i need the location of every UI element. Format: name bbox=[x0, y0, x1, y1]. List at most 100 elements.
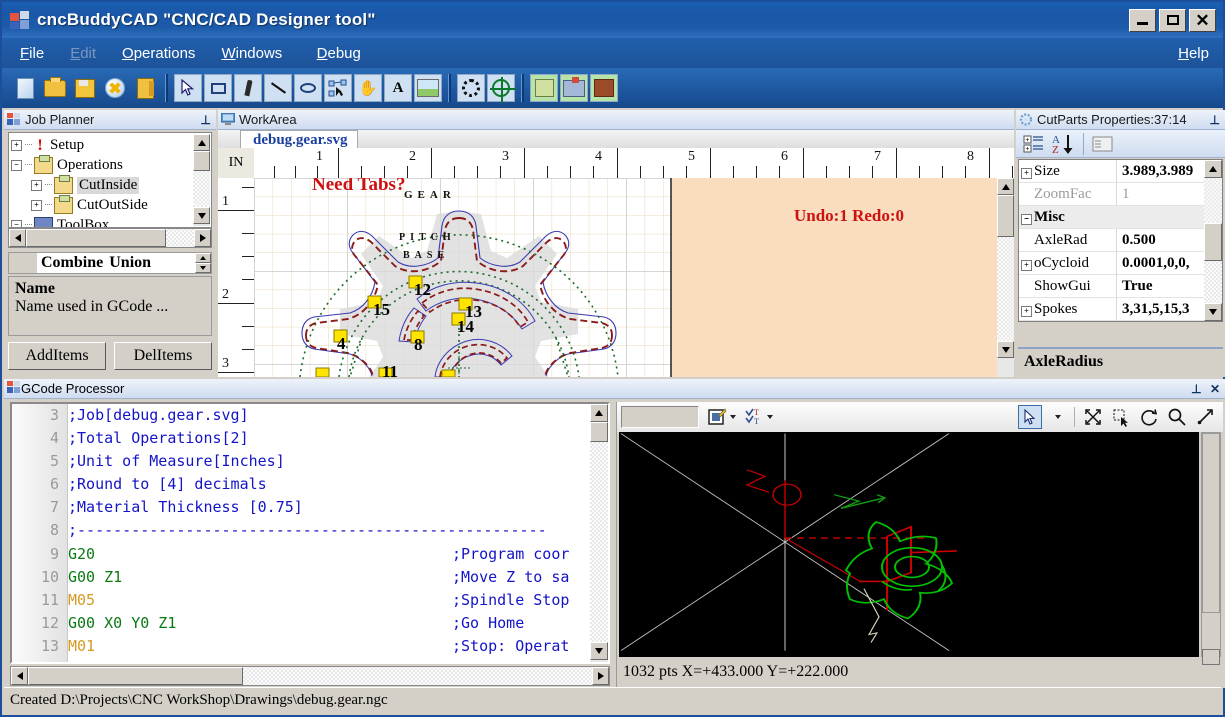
pin-icon[interactable]: ⊥ bbox=[1191, 382, 1201, 396]
nest-parts-icon[interactable] bbox=[530, 74, 558, 102]
preview-combo[interactable] bbox=[621, 406, 699, 428]
scroll-down-button[interactable] bbox=[193, 207, 210, 224]
scroll-left-button[interactable] bbox=[9, 229, 26, 247]
scroll-left-button[interactable] bbox=[11, 667, 28, 685]
work-area-vertical-scrollbar[interactable] bbox=[997, 178, 1014, 377]
exit-icon[interactable] bbox=[131, 74, 159, 102]
scroll-up-button[interactable] bbox=[193, 134, 210, 151]
scroll-track[interactable] bbox=[1204, 261, 1222, 303]
gear-generator-icon[interactable] bbox=[457, 74, 485, 102]
expander-icon[interactable]: + bbox=[11, 139, 22, 151]
job-tree-vertical-scrollbar[interactable] bbox=[193, 134, 210, 226]
scroll-down-button[interactable] bbox=[997, 341, 1014, 358]
combine-property-row[interactable]: Combine Union bbox=[8, 252, 212, 274]
scroll-thumb[interactable] bbox=[997, 195, 1014, 237]
job-tree-horizontal-scrollbar[interactable] bbox=[8, 228, 212, 248]
tree-item-cutoutside[interactable]: + CutOutSide bbox=[11, 194, 148, 215]
save-icon[interactable] bbox=[71, 74, 99, 102]
expander-icon[interactable]: − bbox=[11, 159, 22, 171]
preview-canvas[interactable] bbox=[619, 432, 1199, 657]
tree-item-setup[interactable]: + ! Setup bbox=[11, 135, 148, 155]
pin-icon[interactable]: ⊥ bbox=[201, 113, 213, 127]
target-center-icon[interactable] bbox=[487, 74, 516, 103]
scroll-track[interactable] bbox=[193, 171, 210, 207]
new-document-icon[interactable] bbox=[11, 74, 39, 102]
property-row[interactable]: + oCycloid 0.0001,0,0, bbox=[1019, 251, 1222, 275]
toolbox-icon[interactable] bbox=[590, 74, 618, 102]
scroll-track[interactable] bbox=[590, 442, 608, 642]
line-tool-icon[interactable] bbox=[264, 74, 292, 102]
gcode-vertical-scrollbar[interactable] bbox=[590, 404, 608, 662]
text-tool-icon[interactable]: A bbox=[384, 74, 412, 102]
scroll-up-button[interactable] bbox=[997, 178, 1014, 195]
property-row[interactable]: AxleRad 0.500 bbox=[1019, 228, 1222, 252]
scroll-right-button[interactable] bbox=[194, 229, 211, 247]
scroll-up-button[interactable] bbox=[590, 404, 608, 422]
open-folder-icon[interactable] bbox=[41, 74, 69, 102]
scroll-thumb[interactable] bbox=[590, 422, 608, 442]
pin-icon[interactable]: ⊥ bbox=[1210, 113, 1222, 127]
scroll-track-h[interactable] bbox=[166, 229, 194, 247]
spinner-down-button[interactable] bbox=[195, 263, 211, 273]
scroll-track[interactable] bbox=[997, 237, 1014, 341]
expander-icon[interactable]: + bbox=[1019, 255, 1034, 272]
scroll-thumb-h[interactable] bbox=[26, 229, 166, 247]
measure-icon[interactable] bbox=[1191, 405, 1219, 429]
alphabetic-sort-icon[interactable]: AZ bbox=[1049, 132, 1079, 156]
gcode-text[interactable]: ;Job[debug.gear.svg] ;Total Operations[2… bbox=[68, 404, 590, 662]
zoom-window-icon[interactable] bbox=[1107, 405, 1135, 429]
close-button[interactable]: ✕ bbox=[1189, 8, 1216, 32]
properties-vertical-scrollbar[interactable] bbox=[1204, 160, 1222, 321]
pan-hand-icon[interactable]: ✋ bbox=[354, 74, 382, 102]
tree-item-operations[interactable]: − Operations bbox=[11, 154, 148, 175]
expander-icon[interactable]: − bbox=[11, 219, 22, 227]
expander-icon[interactable]: − bbox=[1019, 209, 1034, 226]
edit-properties-icon[interactable] bbox=[705, 405, 738, 429]
property-pages-icon[interactable] bbox=[1088, 132, 1118, 156]
maximize-button[interactable] bbox=[1159, 8, 1186, 32]
scroll-right-button[interactable] bbox=[592, 667, 609, 685]
properties-grid[interactable]: + Size 3.989,3.989 ZoomFac 1 − Misc Axle… bbox=[1018, 159, 1223, 322]
expander-icon[interactable]: + bbox=[31, 199, 42, 211]
scroll-up-button[interactable] bbox=[1204, 160, 1222, 178]
fit-icon[interactable] bbox=[1079, 405, 1107, 429]
gcode-horizontal-scrollbar[interactable] bbox=[10, 666, 610, 686]
property-row[interactable]: + Size 3.989,3.989 bbox=[1019, 160, 1222, 183]
expander-icon[interactable]: + bbox=[31, 179, 42, 191]
expander-icon[interactable]: + bbox=[1019, 301, 1034, 318]
zoom-icon[interactable] bbox=[1163, 405, 1191, 429]
menu-help[interactable]: Help bbox=[1178, 45, 1209, 62]
menu-operations[interactable]: Operations bbox=[122, 45, 195, 62]
tree-item-cutinside[interactable]: + CutInside bbox=[11, 174, 148, 195]
image-tool-icon[interactable] bbox=[414, 74, 442, 102]
tree-item-toolbox[interactable]: − ToolBox bbox=[11, 215, 148, 227]
scroll-down-button[interactable] bbox=[590, 642, 608, 660]
rotate-icon[interactable] bbox=[1135, 405, 1163, 429]
scroll-thumb[interactable] bbox=[1202, 433, 1220, 613]
rectangle-tool-icon[interactable] bbox=[204, 74, 232, 102]
scroll-thumb[interactable] bbox=[1204, 223, 1222, 261]
scroll-down-button[interactable] bbox=[1204, 303, 1222, 321]
minimize-button[interactable] bbox=[1129, 8, 1156, 32]
select-pointer-icon[interactable] bbox=[1018, 405, 1042, 429]
combine-spinner[interactable] bbox=[195, 253, 211, 273]
node-edit-icon[interactable] bbox=[324, 74, 352, 102]
expander-icon[interactable]: + bbox=[1019, 163, 1034, 180]
gcode-editor[interactable]: 3 4 5 6 7 8 9 10 11 12 13 ;Job[debug.gea… bbox=[10, 402, 610, 664]
menu-windows[interactable]: Windows bbox=[221, 45, 282, 62]
select-arrow-icon[interactable] bbox=[174, 74, 202, 102]
tab-debug-gear-svg[interactable]: debug.gear.svg bbox=[240, 130, 359, 150]
property-row[interactable]: ZoomFac 1 bbox=[1019, 182, 1222, 206]
job-tree[interactable]: + ! Setup − Operations + CutInside + Cut… bbox=[8, 132, 212, 228]
combine-property-value[interactable]: Union bbox=[103, 254, 151, 272]
close-icon[interactable]: ✕ bbox=[1210, 382, 1220, 396]
del-items-button[interactable]: DelItems bbox=[114, 342, 212, 370]
close-document-icon[interactable] bbox=[101, 74, 129, 102]
add-items-button[interactable]: AddItems bbox=[8, 342, 106, 370]
preview-dropdown-arrow[interactable] bbox=[1042, 405, 1070, 429]
scroll-track-h[interactable] bbox=[243, 667, 592, 685]
property-category-row[interactable]: − Misc bbox=[1019, 206, 1222, 229]
scroll-thumb-h[interactable] bbox=[28, 667, 243, 685]
categorized-icon[interactable]: + + bbox=[1019, 132, 1049, 156]
menu-debug[interactable]: Debug bbox=[308, 45, 361, 62]
